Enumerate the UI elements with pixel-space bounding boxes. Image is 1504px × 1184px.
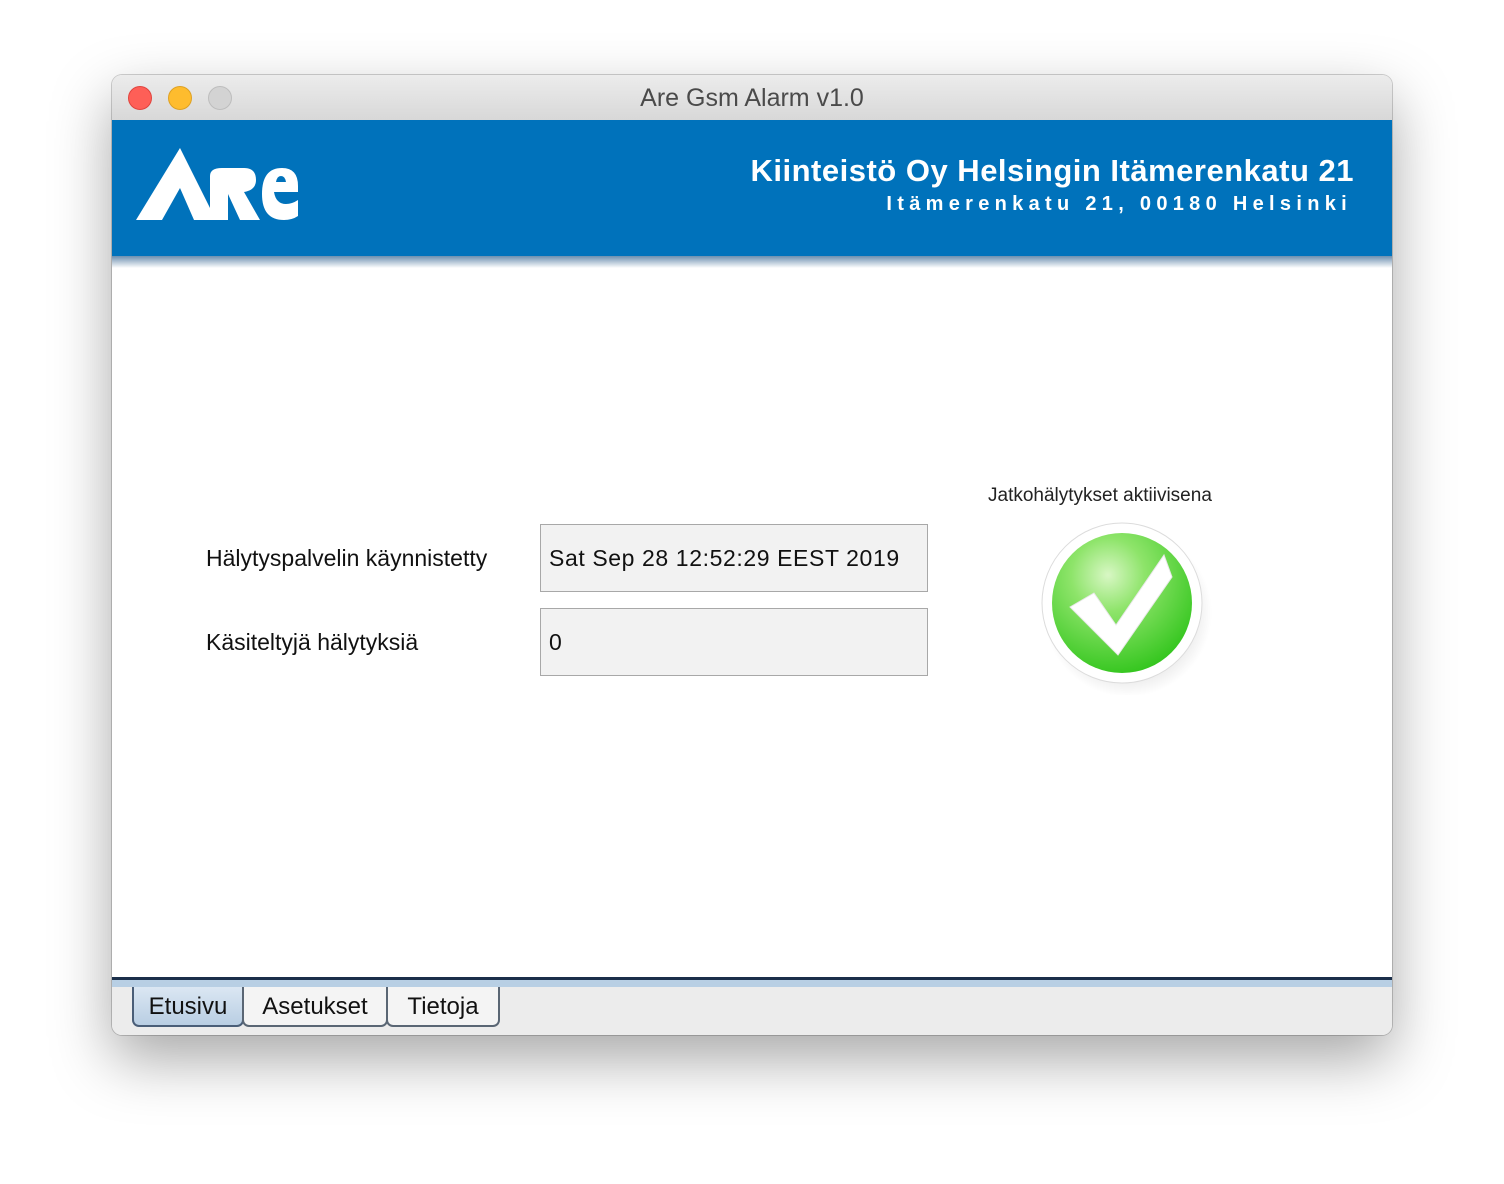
title-bar: Are Gsm Alarm v1.0 xyxy=(112,75,1392,121)
app-window: Are Gsm Alarm v1.0 Kiinteistö Oy Helsing… xyxy=(112,75,1392,1035)
tab-asetukset[interactable]: Asetukset xyxy=(242,987,388,1027)
are-logo xyxy=(136,148,298,220)
company-address: Itämerenkatu 21, 00180 Helsinki xyxy=(886,193,1352,215)
server-started-label: Hälytyspalvelin käynnistetty xyxy=(206,545,488,571)
checkmark-ok-icon xyxy=(1041,522,1212,695)
company-name: Kiinteistö Oy Helsingin Itämerenkatu 21 xyxy=(750,153,1354,188)
tab-bar-stripe xyxy=(112,980,1392,987)
banner-shadow xyxy=(112,256,1392,268)
handled-alarms-label: Käsiteltyjä hälytyksiä xyxy=(206,629,419,655)
window-title: Are Gsm Alarm v1.0 xyxy=(640,84,864,112)
header-banner: Kiinteistö Oy Helsingin Itämerenkatu 21 … xyxy=(112,120,1392,256)
server-started-field[interactable]: Sat Sep 28 12:52:29 EEST 2019 xyxy=(540,524,928,592)
tab-tietoja[interactable]: Tietoja xyxy=(386,987,500,1027)
tab-etusivu[interactable]: Etusivu xyxy=(132,987,244,1027)
handled-alarms-field[interactable]: 0 xyxy=(540,608,928,676)
forwarding-status-label: Jatkohälytykset aktiivisena xyxy=(988,485,1212,506)
tab-bar: Etusivu Asetukset Tietoja xyxy=(112,980,1392,1035)
